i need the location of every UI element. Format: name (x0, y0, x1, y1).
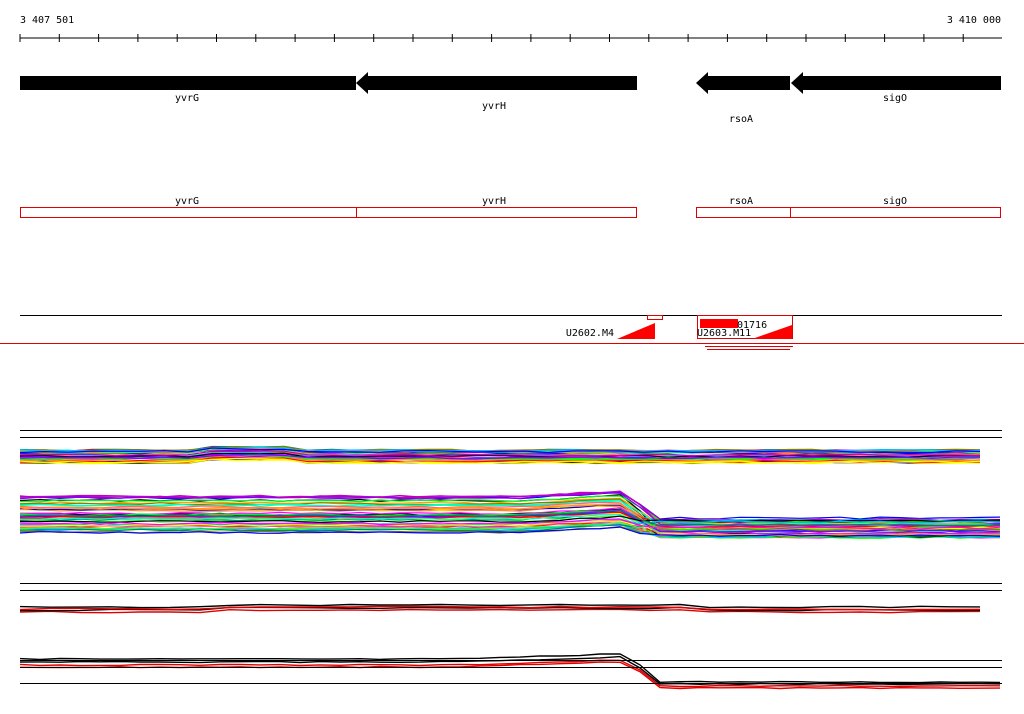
annotation-box-rsoA[interactable]: rsoA (696, 196, 791, 218)
feature-label: U2602.M4 (566, 328, 614, 339)
annotation-box-sigO[interactable]: sigO (790, 196, 1001, 218)
gene-label: yvrG (175, 93, 199, 104)
feature-track: U2602.M4 U2603.M11 01716 (0, 315, 1024, 350)
gene-label: sigO (883, 93, 907, 104)
gene-label: yvrH (482, 101, 506, 112)
gene-arrow-track: yvrG yvrH rsoA sigO (20, 72, 1001, 125)
genome-browser-view: 3 407 501 3 410 000 yvrG yvrH rsoA sigO … (0, 15, 1024, 690)
summary-line (19, 653, 1001, 684)
gene-arrow-sigO[interactable]: sigO (791, 72, 1001, 104)
feature-U2602-M4[interactable]: U2602.M4 (566, 315, 663, 340)
feature-label: 01716 (737, 320, 767, 331)
annotation-box-yvrG[interactable]: yvrG (20, 196, 357, 218)
ruler-end-label: 3 410 000 (947, 15, 1001, 26)
gene-arrow-yvrG[interactable]: yvrG (20, 76, 356, 104)
ruler-start-label: 3 407 501 (20, 15, 74, 26)
annotation-label: rsoA (729, 196, 753, 207)
coordinate-ruler: 3 407 501 3 410 000 (19, 15, 1002, 42)
expression-lines-band-b (19, 490, 1001, 539)
gene-arrow-yvrH[interactable]: yvrH (356, 72, 637, 112)
gene-arrow-rsoA[interactable]: rsoA (696, 72, 790, 125)
summary-lines-band-a (19, 603, 981, 614)
annotation-box-yvrH[interactable]: yvrH (356, 196, 637, 218)
annotation-label: yvrG (175, 196, 199, 207)
annotation-box-track: yvrG yvrH rsoA sigO (20, 196, 1001, 218)
expression-lines-band-a (19, 445, 981, 465)
annotation-label: sigO (883, 196, 907, 207)
signal-track-upper (19, 430, 1002, 539)
signal-track-lower (19, 583, 1002, 690)
gene-label: rsoA (729, 114, 753, 125)
annotation-label: yvrH (482, 196, 506, 207)
